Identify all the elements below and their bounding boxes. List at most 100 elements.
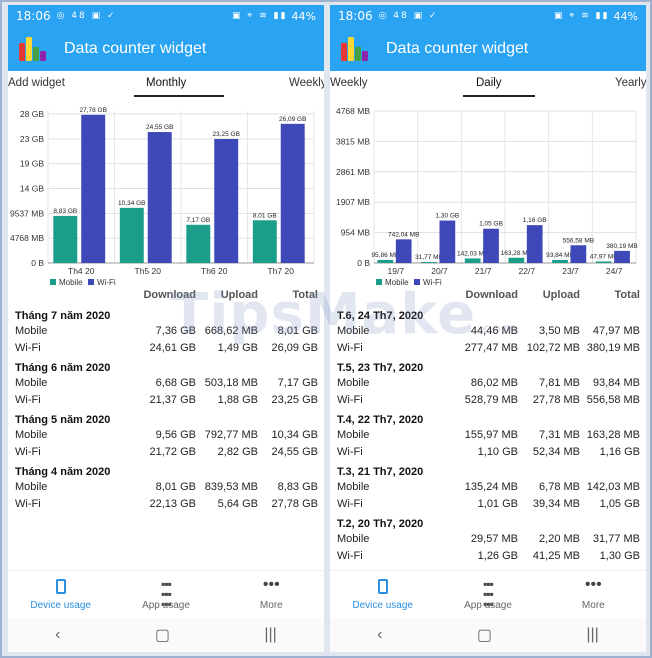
header-upload: Upload [220,289,258,301]
row-upload: 7,81 MB [539,377,580,389]
row-total: 24,55 GB [271,446,318,458]
header-download: Download [465,289,518,301]
row-network: Wi-Fi [337,550,363,562]
row-network: Mobile [15,325,48,337]
table-row: Mobile 155,97 MB 7,31 MB 163,28 MB [330,429,646,446]
row-upload: 1,88 GB [217,394,258,406]
nav-device-usage-label: Device usage [30,599,91,611]
group-title: T.2, 20 Th7, 2020 [337,518,424,530]
row-network: Mobile [337,377,370,389]
tab-weekly[interactable]: Weekly [289,77,324,89]
row-network: Mobile [337,429,370,441]
nav-device-usage[interactable]: Device usage [330,571,435,618]
apps-grid-icon: ▪▪▪ ▪▪▪ ▪▪▪ [161,576,172,611]
data-label: 26,09 GB [279,116,306,123]
row-total: 26,09 GB [271,342,318,354]
tab-monthly[interactable]: Monthly [146,77,186,89]
row-download: 22,13 GB [149,498,196,510]
monthly-chart-svg: 0 B 4768 MB 9537 MB 14 GB 19 GB 23 GB 28 GB 8,8… [10,107,315,287]
row-network: Wi-Fi [15,394,41,406]
bar-mobile [508,257,525,263]
y-tick-label: 1907 MB [336,197,370,207]
tab-add-widget[interactable]: Add widget [8,77,65,89]
status-bar: 18:06 ◎ 48 ▣ ✓ ▣ ⌖ ≋ ▮▮ 44% [330,5,646,27]
row-network: Mobile [15,429,48,441]
row-total: 7,17 GB [277,377,318,389]
bar-wi-fi [570,245,587,263]
x-tick-label: Th4 20 [68,266,95,276]
monthly-chart: 0 B 4768 MB 9537 MB 14 GB 19 GB 23 GB 28 GB 8,8… [8,97,324,287]
row-upload: 27,78 MB [532,394,580,406]
nav-more-label: More [581,599,605,611]
row-upload: 39,34 MB [532,498,580,510]
data-label: 27,78 GB [79,107,106,114]
daily-chart-svg: 0 B 954 MB 1907 MB 2861 MB 3815 MB 4768 MB 95,… [336,106,638,287]
nav-more-label: More [259,599,283,611]
tab-daily[interactable]: Daily [476,77,502,89]
nav-app-usage[interactable]: ▪▪▪ ▪▪▪ ▪▪▪ App usage [113,571,218,618]
nav-more[interactable]: ••• More [541,571,646,618]
recents-icon[interactable]: ||| [264,626,276,644]
more-dots-icon: ••• [262,575,280,593]
phone-icon [55,578,66,594]
row-network: Mobile [337,325,370,337]
data-label: 1,30 GB [435,213,459,220]
table-row: Wi-Fi 22,13 GB 5,64 GB 27,78 GB [8,498,324,515]
header-download: Download [143,289,196,301]
row-download: 21,37 GB [149,394,196,406]
group-title: T.6, 24 Th7, 2020 [337,310,424,322]
usage-table: Download Upload Total T.6, 24 Th7, 2020 M… [330,283,646,602]
header-total: Total [614,289,640,301]
table-row: Wi-Fi 528,79 MB 27,78 MB 556,58 MB [330,394,646,411]
y-tick-label: 23 GB [20,134,44,144]
row-total: 47,97 MB [592,325,640,337]
nav-app-usage[interactable]: ▪▪▪ ▪▪▪ ▪▪▪ App usage [435,571,540,618]
back-icon[interactable]: ‹ [55,626,60,644]
back-icon[interactable]: ‹ [377,626,382,644]
x-tick-label: 24/7 [606,266,623,276]
app-title: Data counter widget [64,40,207,57]
x-tick-label: Th6 20 [201,266,228,276]
nav-device-usage[interactable]: Device usage [8,571,113,618]
row-total: 93,84 MB [592,377,640,389]
y-tick-label: 28 GB [20,109,44,119]
table-row: Mobile 8,01 GB 839,53 MB 8,83 GB [8,481,324,498]
data-label: 10,34 GB [118,200,145,207]
x-tick-label: 21/7 [475,266,492,276]
data-label: 24,55 GB [146,124,173,131]
row-download: 6,68 GB [155,377,196,389]
bar-mobile [552,260,568,263]
row-network: Wi-Fi [15,342,41,354]
y-tick-label: 2861 MB [336,167,370,177]
period-tabs: Add widget Monthly Weekly [8,71,324,97]
bar-mobile [421,261,437,263]
bar-mobile [186,224,211,263]
table-row: Mobile 7,36 GB 668,62 MB 8,01 GB [8,325,324,342]
x-tick-label: 20/7 [431,266,448,276]
x-tick-label: 19/7 [388,266,405,276]
row-upload: 503,18 MB [204,377,258,389]
row-total: 8,83 GB [277,481,318,493]
table-row: Mobile 44,46 MB 3,50 MB 47,97 MB [330,325,646,342]
table-header: Download Upload Total [330,283,646,307]
bar-wi-fi [614,250,630,263]
data-label: 8,83 GB [53,208,77,215]
home-icon[interactable]: ▢ [477,625,492,645]
app-title: Data counter widget [386,40,529,57]
recents-icon[interactable]: ||| [586,626,598,644]
y-tick-label: 19 GB [20,159,44,169]
nav-more[interactable]: ••• More [219,571,324,618]
row-total: 31,77 MB [592,533,640,545]
row-network: Mobile [337,533,370,545]
tab-weekly[interactable]: Weekly [330,77,368,89]
row-network: Wi-Fi [15,446,41,458]
row-upload: 5,64 GB [217,498,258,510]
bar-mobile [377,259,394,263]
bar-mobile [119,207,144,263]
group-title: Tháng 4 năm 2020 [15,466,111,478]
home-icon[interactable]: ▢ [155,625,170,645]
row-total: 142,03 MB [586,481,640,493]
table-row: Wi-Fi 1,26 GB 41,25 MB 1,30 GB [330,550,646,567]
tab-yearly[interactable]: Yearly [615,77,646,89]
row-network: Wi-Fi [337,498,363,510]
